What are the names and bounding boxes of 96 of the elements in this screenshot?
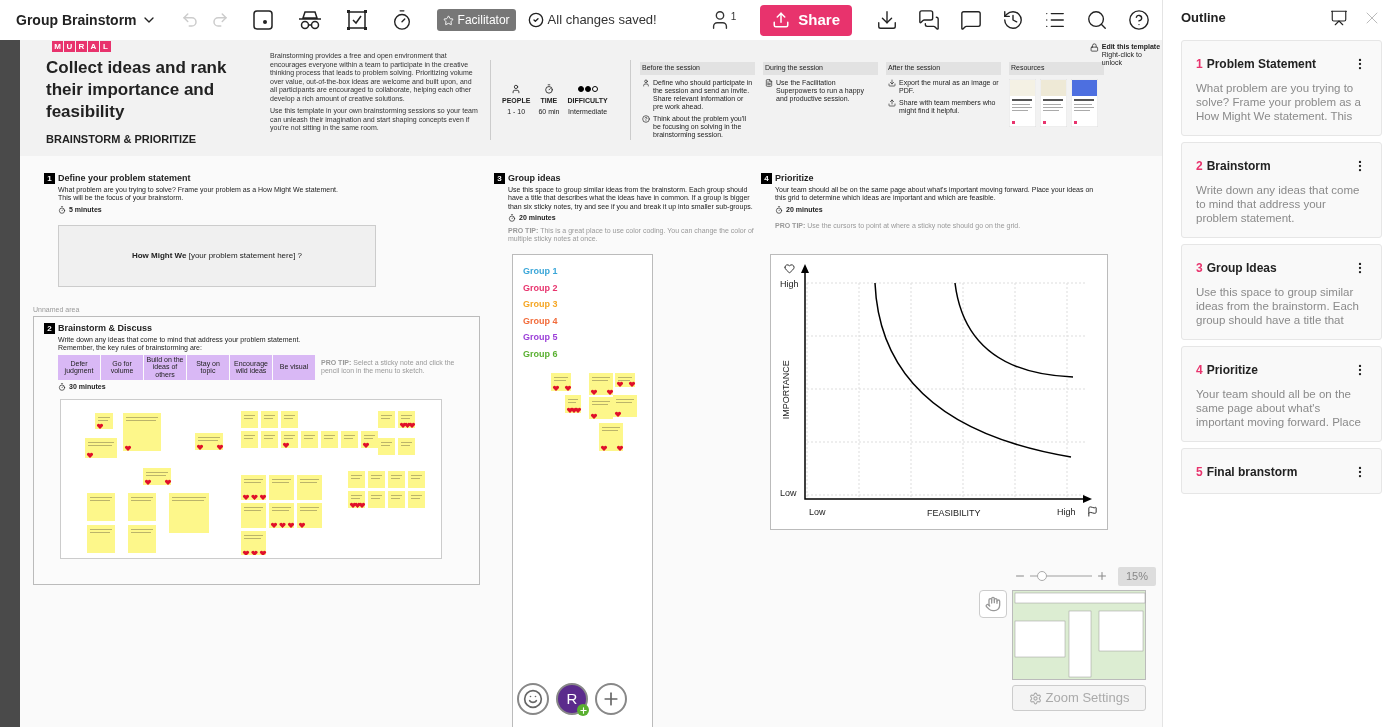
group-label: Group 5 — [523, 331, 558, 344]
step-number: 1 — [44, 173, 55, 185]
person-icon — [642, 78, 650, 87]
plus-icon — [1096, 570, 1108, 583]
outline-number: 2 — [1196, 158, 1203, 175]
check-circle-icon — [527, 12, 544, 28]
resource-thumbnail — [1040, 78, 1067, 127]
lock-icon — [1090, 43, 1099, 52]
help-icon — [1128, 9, 1150, 31]
group-label: Group 3 — [523, 298, 558, 311]
sticky-note-icon — [252, 10, 273, 30]
sticky-note-tool[interactable] — [252, 10, 273, 30]
section-title: Brainstorm & Discuss — [58, 322, 153, 335]
timer-icon — [775, 205, 783, 214]
panel-title: Outline — [1181, 9, 1226, 28]
outline-description: Your team should all be on the same page about what's important moving forward. Place — [1196, 387, 1362, 429]
undo-icon — [180, 11, 199, 29]
resource-thumbnail — [1009, 78, 1036, 127]
section-title: Define your problem statement — [58, 172, 191, 185]
outline-card[interactable]: 1 Problem Statement What problem are you trying to solve? Frame your problem as a How Might We statement. This — [1181, 40, 1382, 136]
select-area-tool[interactable] — [346, 10, 367, 30]
document-icon — [765, 78, 773, 87]
hand-tool-button[interactable] — [979, 590, 1007, 618]
logo-letter: U — [64, 41, 75, 52]
outline-number: 3 — [1196, 260, 1203, 277]
logo-letter: M — [52, 41, 63, 52]
step-number: 2 — [44, 323, 55, 335]
share-button[interactable]: Share — [760, 4, 852, 36]
outline-title: Problem Statement — [1206, 56, 1317, 73]
person-icon — [511, 84, 522, 94]
timer-icon — [543, 84, 554, 94]
history-icon — [1002, 9, 1024, 31]
group-label: Group 4 — [523, 314, 558, 328]
outline-title: Brainstorm — [1206, 158, 1271, 175]
hat-glasses-icon — [296, 10, 323, 30]
outline-title: Final branstorm — [1206, 464, 1298, 481]
zoom-level: 15% — [1118, 567, 1157, 586]
timer-icon — [58, 382, 66, 391]
board-title-menu[interactable]: Group Brainstorm — [16, 9, 157, 31]
outline-description: Use this space to group similar ideas from the brainstorm. Each group should have a title that — [1196, 285, 1360, 327]
hand-icon — [985, 596, 1001, 612]
axis-title: IMPORTANCE — [779, 360, 792, 420]
resource-thumbnail — [1071, 78, 1098, 127]
download-icon — [888, 78, 896, 87]
step-number: 4 — [761, 173, 772, 185]
comment-icon — [960, 9, 982, 31]
save-status: All changes saved! — [547, 11, 657, 30]
participants-button[interactable]: 1 — [708, 9, 737, 31]
facilitator-badge: Facilitator — [436, 9, 516, 31]
axis-label: Low — [780, 487, 797, 500]
outline-number: 4 — [1196, 362, 1203, 379]
download-icon — [876, 9, 898, 31]
presentation-icon — [1330, 9, 1348, 27]
redo-icon — [210, 11, 229, 29]
group-label: Group 6 — [523, 347, 558, 361]
search-icon — [1086, 9, 1108, 31]
template-subtitle: BRAINSTORM & PRIORITIZE — [46, 132, 197, 147]
smile-icon — [523, 689, 543, 709]
section-title: Group ideas — [508, 172, 561, 185]
logo-letter: L — [100, 41, 111, 52]
axis-label: High — [780, 278, 799, 291]
presentation-button[interactable] — [1330, 9, 1348, 27]
group-label: Group 2 — [523, 281, 558, 295]
settings-icon — [1028, 691, 1042, 705]
timer-icon — [508, 214, 516, 223]
outline-description: What problem are you trying to solve? Frame your problem as a How Might We statement. This — [1196, 81, 1362, 123]
axis-label: Low — [809, 506, 826, 519]
axis-title: FEASIBILITY — [927, 507, 981, 520]
upload-icon — [772, 11, 791, 29]
outline-title: Prioritize — [1206, 362, 1259, 379]
outline-card[interactable]: 2 Brainstorm Write down any ideas that come to mind that address your problem statement. — [1181, 142, 1382, 238]
outline-title: Group Ideas — [1206, 260, 1277, 277]
outline-number: 1 — [1196, 56, 1203, 73]
outline-card[interactable]: 5 Final branstorm — [1181, 448, 1382, 494]
template-title: Collect ideas and rank their importance and feasibility — [46, 57, 228, 123]
heart-icon — [784, 263, 795, 274]
problem-statement: How Might We [your problem statement here] ? — [131, 250, 303, 262]
outline-card[interactable]: 3 Group Ideas Use this space to group similar ideas from the brainstorm. Each group should have a title that — [1181, 244, 1382, 340]
outline-card[interactable]: 4 Prioritize Your team should all be on the same page about what's important moving forward. Place — [1181, 346, 1382, 442]
outline-number: 5 — [1196, 464, 1203, 481]
star-icon — [442, 14, 454, 26]
flag-icon — [1087, 506, 1098, 517]
section-title: Prioritize — [775, 172, 814, 185]
chat-icon — [918, 9, 940, 31]
outline-description: Write down any ideas that come to mind that address your problem statement. — [1196, 183, 1361, 225]
step-number: 3 — [494, 173, 505, 185]
group-label: Group 1 — [523, 265, 558, 278]
upload-icon — [888, 98, 896, 107]
private-mode-tool[interactable] — [296, 10, 323, 30]
add-badge-icon — [577, 704, 589, 716]
axis-label: High — [1057, 506, 1076, 519]
timer-icon — [58, 205, 66, 214]
logo-letter: R — [76, 41, 87, 52]
checkbox-select-icon — [346, 10, 367, 30]
question-icon — [642, 114, 650, 123]
logo-letter: A — [88, 41, 99, 52]
